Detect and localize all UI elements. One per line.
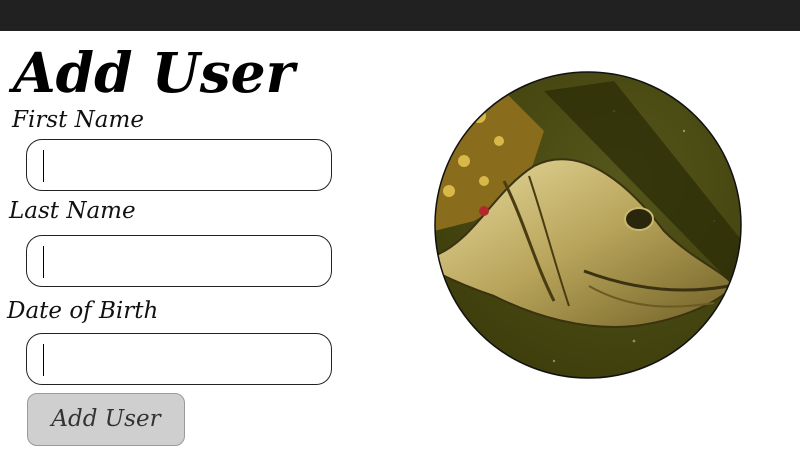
text-caret — [43, 150, 44, 182]
text-caret — [43, 344, 44, 376]
page-title: Add User — [13, 40, 295, 105]
fish-image — [434, 71, 742, 379]
last-name-input[interactable] — [26, 235, 332, 287]
text-caret — [43, 246, 44, 278]
last-name-label: Last Name — [9, 198, 136, 224]
top-bar — [0, 0, 800, 31]
first-name-input[interactable] — [26, 139, 332, 191]
add-user-button[interactable]: Add User — [27, 393, 185, 446]
first-name-label: First Name — [12, 107, 144, 133]
date-of-birth-label: Date of Birth — [7, 298, 159, 324]
date-of-birth-input[interactable] — [26, 333, 332, 385]
